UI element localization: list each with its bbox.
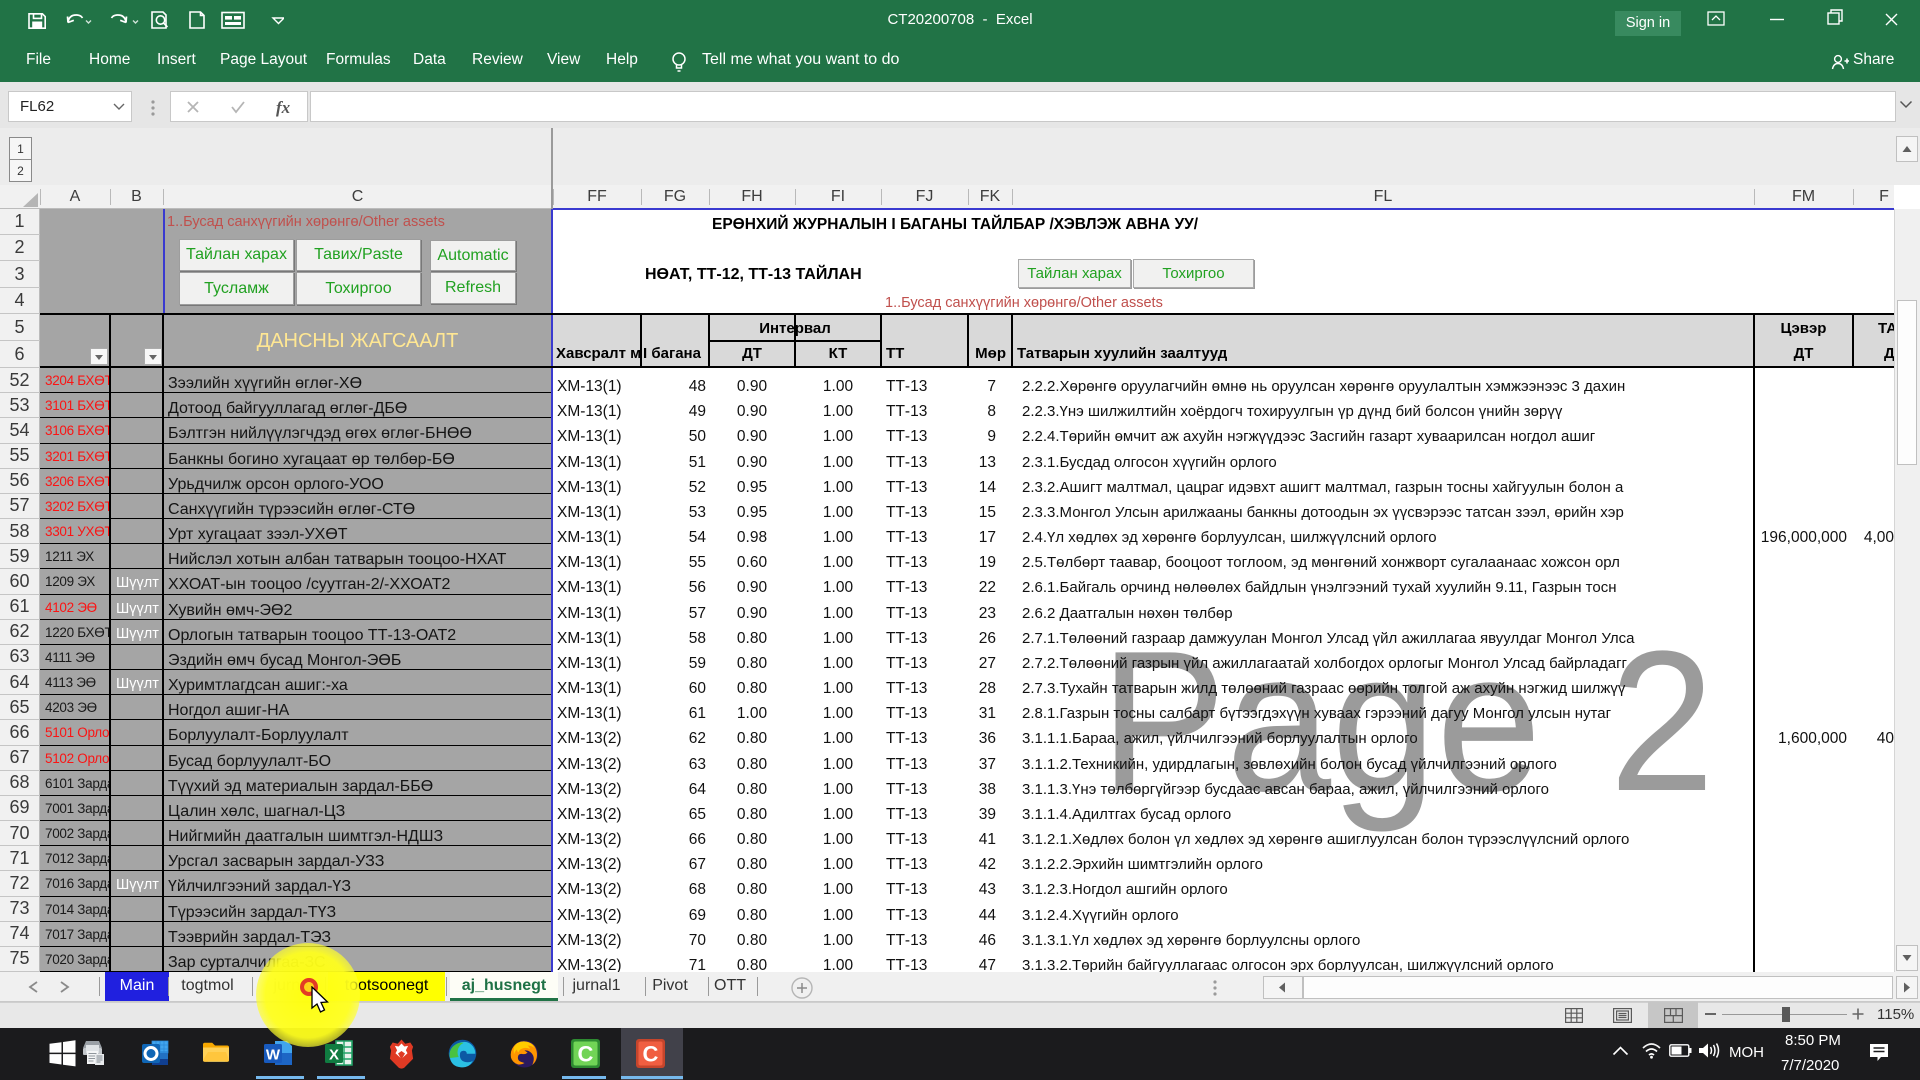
svg-text:fx: fx bbox=[276, 98, 291, 117]
svg-text:W: W bbox=[266, 1047, 281, 1064]
svg-text:C: C bbox=[578, 1042, 594, 1067]
svg-text:X: X bbox=[329, 1047, 339, 1064]
svg-text:C: C bbox=[643, 1042, 659, 1067]
